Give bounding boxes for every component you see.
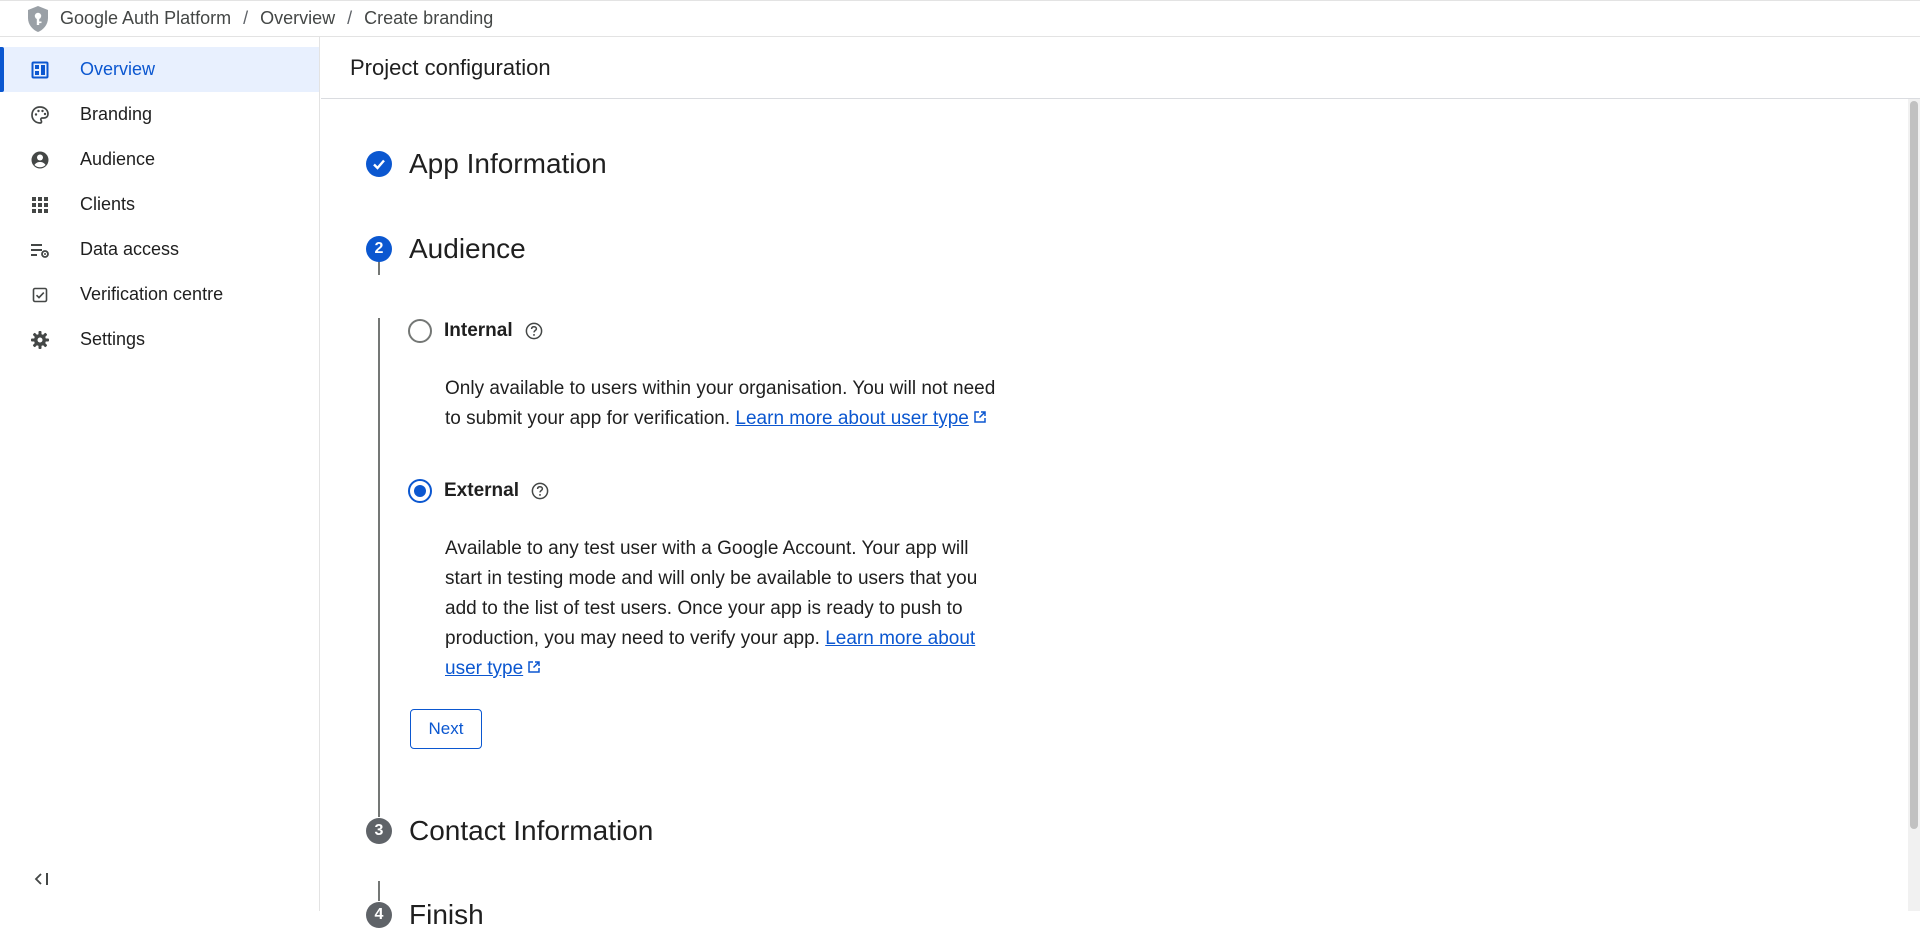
breadcrumb-overview[interactable]: Overview — [260, 8, 335, 29]
auth-platform-shield-icon — [26, 4, 52, 34]
step-number-badge: 4 — [366, 902, 392, 928]
help-icon[interactable] — [531, 482, 549, 500]
external-option[interactable]: External — [408, 479, 549, 503]
check-box-icon — [30, 285, 50, 305]
page-title: Project configuration — [321, 37, 1920, 99]
sidebar-item-label: Settings — [80, 329, 146, 349]
sidebar: Overview Branding Audience Clients Data … — [0, 37, 320, 911]
page-title-text: Project configuration — [350, 54, 551, 80]
list-settings-icon — [30, 240, 50, 260]
step-app-information[interactable]: App Information — [366, 148, 607, 180]
step-number-badge: 3 — [366, 818, 392, 844]
sidebar-item-label: Audience — [80, 149, 156, 169]
internal-option[interactable]: Internal — [408, 319, 543, 343]
breadcrumb-separator: / — [347, 8, 353, 28]
apps-grid-icon — [30, 195, 50, 215]
step-title: Finish — [409, 899, 484, 930]
step-complete-badge — [366, 151, 392, 177]
learn-more-user-type-link[interactable]: Learn more about user type — [735, 408, 968, 429]
open-in-new-icon — [973, 404, 987, 434]
step-audience: 2 Audience — [366, 233, 526, 265]
sidebar-item-label: Overview — [80, 59, 156, 79]
breadcrumb-separator: / — [243, 8, 249, 28]
top-bar: Google Auth Platform / Overview / Create… — [0, 0, 1920, 37]
sidebar-item-overview[interactable]: Overview — [0, 47, 319, 92]
sidebar-item-label: Data access — [80, 239, 180, 259]
sidebar-item-data-access[interactable]: Data access — [0, 227, 319, 272]
collapse-sidebar-button[interactable] — [30, 869, 54, 893]
collapse-sidebar-icon — [34, 872, 50, 891]
step-title: App Information — [409, 148, 607, 179]
sidebar-item-label: Clients — [80, 194, 136, 214]
next-button[interactable]: Next — [410, 709, 482, 749]
step-title: Audience — [409, 233, 526, 264]
main-content: Project configuration App Information 2 … — [321, 37, 1920, 930]
step-finish: 4 Finish — [366, 899, 484, 931]
step-connector — [378, 881, 380, 901]
external-description: Available to any test user with a Google… — [445, 534, 1005, 684]
internal-description: Only available to users within your orga… — [445, 374, 1005, 434]
palette-icon — [30, 105, 50, 125]
step-contact-information: 3 Contact Information — [366, 815, 653, 847]
account-circle-icon — [30, 150, 50, 170]
check-icon — [373, 159, 385, 170]
sidebar-item-label: Verification centre — [80, 284, 224, 304]
sidebar-item-label: Branding — [80, 104, 153, 124]
sidebar-item-clients[interactable]: Clients — [0, 182, 319, 227]
sidebar-item-audience[interactable]: Audience — [0, 137, 319, 182]
step-title: Contact Information — [409, 815, 654, 846]
breadcrumb-create-branding: Create branding — [364, 8, 494, 28]
radio-selected-dot — [414, 485, 426, 497]
internal-label: Internal — [444, 320, 513, 341]
dashboard-icon — [30, 60, 50, 80]
internal-radio[interactable] — [408, 319, 432, 343]
scrollbar-thumb[interactable] — [1910, 101, 1918, 829]
open-in-new-icon — [527, 654, 541, 684]
scrollbar[interactable] — [1908, 99, 1920, 911]
step-connector — [378, 318, 380, 817]
external-radio[interactable] — [408, 479, 432, 503]
gear-icon — [30, 330, 50, 350]
sidebar-item-branding[interactable]: Branding — [0, 92, 319, 137]
sidebar-item-settings[interactable]: Settings — [0, 317, 319, 362]
breadcrumb-google-auth-platform[interactable]: Google Auth Platform — [60, 8, 231, 29]
step-number-badge: 2 — [366, 236, 392, 262]
external-label: External — [444, 480, 519, 501]
sidebar-item-verification-centre[interactable]: Verification centre — [0, 272, 319, 317]
help-icon[interactable] — [525, 322, 543, 340]
